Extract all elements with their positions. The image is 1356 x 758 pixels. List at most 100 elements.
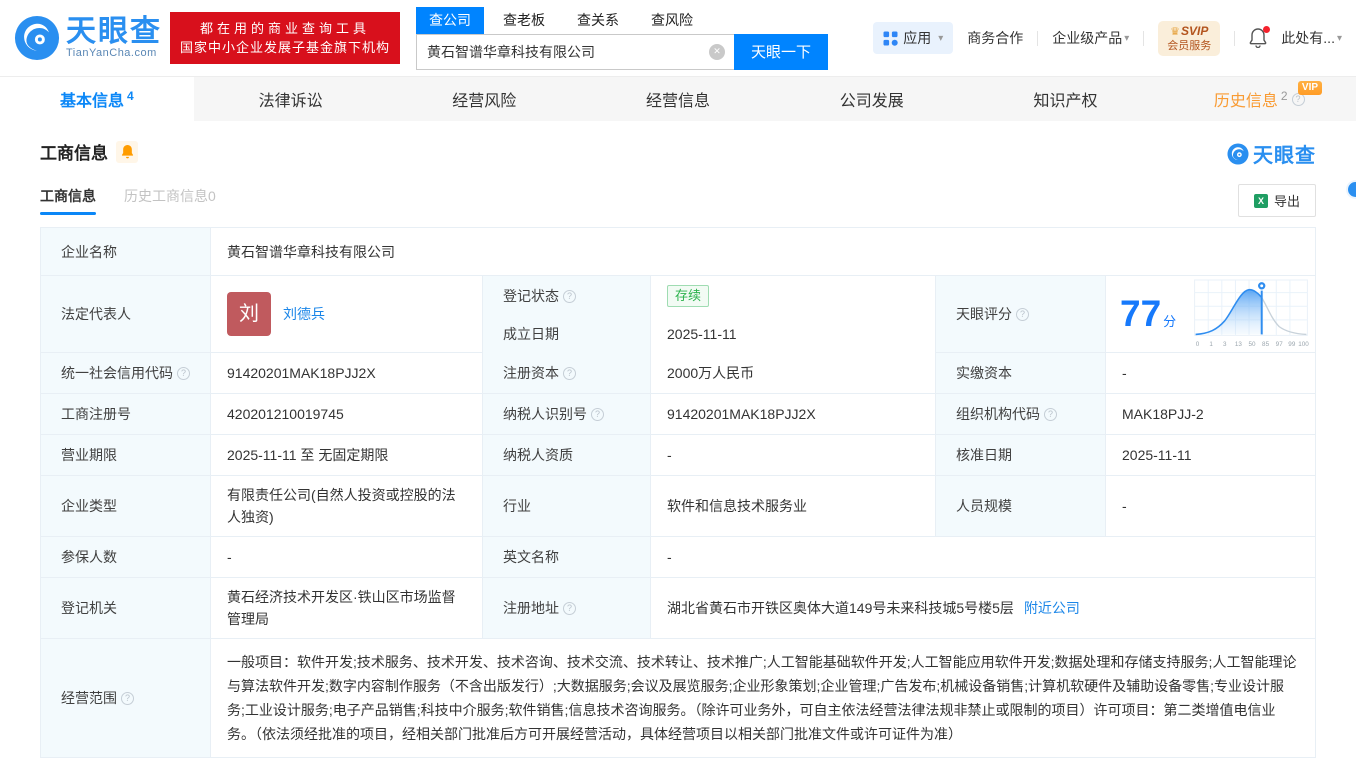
credit-code-value: 91420201MAK18PJJ2X — [211, 353, 483, 394]
monitor-bell-button[interactable] — [116, 140, 138, 163]
tab-company-development[interactable]: 公司发展 — [775, 77, 969, 121]
field-label: 人员规模 — [936, 476, 1106, 537]
tianyancha-company-page: 天眼查 TianYanCha.com 都在用的商业查询工具 国家中小企业发展子基… — [0, 0, 1356, 758]
tab-basic-info[interactable]: 基本信息 4 — [0, 77, 194, 121]
tab-operation-info[interactable]: 经营信息 — [581, 77, 775, 121]
score-cell: 77 分 0 1 3 13 50 85 97 99 100 — [1106, 276, 1315, 353]
nearby-companies-link[interactable]: 附近公司 — [1024, 597, 1080, 619]
field-label: 天眼评分? — [936, 276, 1106, 353]
field-label: 登记状态? — [483, 276, 651, 317]
divider — [1234, 30, 1236, 46]
business-term-value: 2025-11-11 至 无固定期限 — [211, 435, 483, 476]
side-float-button[interactable] — [1348, 182, 1356, 197]
field-label: 参保人数 — [41, 537, 211, 578]
business-info-subtabs: 工商信息 历史工商信息0 — [40, 186, 216, 215]
field-label: 纳税人资质 — [483, 435, 651, 476]
field-label: 英文名称 — [483, 537, 651, 578]
apps-label: 应用 — [903, 30, 932, 46]
tab-legal-litigation[interactable]: 法律诉讼 — [194, 77, 388, 121]
watermark-text: 天眼查 — [1253, 145, 1316, 167]
divider — [1037, 30, 1039, 46]
legal-rep-avatar[interactable]: 刘 — [227, 292, 271, 336]
help-icon[interactable]: ? — [563, 366, 576, 380]
help-icon[interactable]: ? — [121, 691, 134, 705]
reg-no-value: 420201210019745 — [211, 394, 483, 435]
field-label: 企业类型 — [41, 476, 211, 537]
paid-capital-value: - — [1106, 353, 1315, 394]
score-unit: 分 — [1163, 314, 1177, 329]
tianyancha-logo[interactable]: 天眼查 TianYanCha.com — [14, 15, 162, 61]
section-title: 工商信息 — [40, 144, 108, 163]
search-area: 查公司 查老板 查关系 查风险 天眼一下 — [416, 6, 829, 70]
help-icon[interactable]: ? — [591, 407, 604, 421]
company-type-value: 有限责任公司(自然人投资或控股的法人独资) — [211, 476, 483, 537]
enterprise-products-menu[interactable]: 企业级产品 ▾ — [1052, 28, 1129, 48]
logo-title: 天眼查 — [66, 15, 162, 48]
search-button[interactable]: 天眼一下 — [734, 33, 829, 70]
business-cooperation-link[interactable]: 商务合作 — [967, 28, 1023, 48]
svg-text:0: 0 — [1196, 341, 1200, 348]
notifications-bell[interactable] — [1249, 26, 1271, 48]
tab-operation-risk[interactable]: 经营风险 — [387, 77, 581, 121]
search-input[interactable] — [416, 33, 735, 70]
svip-label: SVIP — [1181, 23, 1209, 38]
establish-date-value: 2025-11-11 — [651, 314, 936, 355]
svip-membership-badge[interactable]: ♛SVIP 会员服务 — [1158, 20, 1221, 56]
help-icon[interactable]: ? — [563, 601, 576, 615]
field-label: 法定代表人 — [41, 276, 211, 353]
search-tab-boss[interactable]: 查老板 — [490, 7, 558, 34]
search-tab-risk[interactable]: 查风险 — [638, 7, 706, 34]
help-icon[interactable]: ? — [1016, 307, 1029, 321]
bell-icon — [121, 145, 133, 159]
tianyancha-watermark: 天眼查 — [1227, 139, 1316, 168]
help-icon[interactable]: ? — [563, 289, 576, 303]
tab-history-info[interactable]: VIP 历史信息 2 ? — [1162, 77, 1356, 121]
company-section-tabs: 基本信息 4 法律诉讼 经营风险 经营信息 公司发展 知识产权 VIP 历史信息 2… — [0, 77, 1356, 121]
table-row: 营业期限 2025-11-11 至 无固定期限 纳税人资质 - 核准日期 202… — [41, 435, 1315, 476]
field-label: 注册资本? — [483, 353, 651, 394]
slogan-banner: 都在用的商业查询工具 国家中小企业发展子基金旗下机构 — [170, 12, 401, 64]
field-label: 行业 — [483, 476, 651, 537]
slogan-line-1: 都在用的商业查询工具 — [200, 21, 371, 36]
search-tab-relation[interactable]: 查关系 — [564, 7, 632, 34]
user-menu-label: 此处有... — [1281, 30, 1335, 46]
subtab-business-info[interactable]: 工商信息 — [40, 186, 96, 215]
score-value: 77 — [1120, 293, 1162, 334]
taxpayer-quality-value: - — [651, 435, 936, 476]
staff-size-value: - — [1106, 476, 1315, 537]
svg-text:50: 50 — [1248, 341, 1256, 348]
svg-text:100: 100 — [1298, 341, 1309, 348]
org-code-value: MAK18PJJ-2 — [1106, 394, 1315, 435]
apps-menu[interactable]: 应用 ▾ — [873, 22, 954, 54]
subtab-history-business-info[interactable]: 历史工商信息0 — [124, 186, 216, 215]
user-menu[interactable]: 此处有... ▾ — [1281, 28, 1342, 48]
clear-search-icon[interactable] — [709, 43, 726, 60]
excel-icon — [1253, 193, 1268, 208]
export-button[interactable]: 导出 — [1237, 184, 1316, 217]
company-name-value: 黄石智谱华章科技有限公司 — [211, 228, 1315, 276]
legal-rep-cell: 刘 刘德兵 — [211, 276, 483, 353]
tianyancha-logo-icon — [1227, 142, 1249, 165]
insured-count-value: - — [211, 537, 483, 578]
score-distribution-chart[interactable]: 0 1 3 13 50 85 97 99 100 — [1193, 279, 1309, 349]
apps-grid-icon — [883, 31, 898, 46]
reg-capital-value: 2000万人民币 — [651, 353, 936, 394]
site-header: 天眼查 TianYanCha.com 都在用的商业查询工具 国家中小企业发展子基… — [0, 0, 1356, 77]
search-type-tabs: 查公司 查老板 查关系 查风险 — [416, 6, 828, 34]
legal-rep-name-link[interactable]: 刘德兵 — [283, 303, 325, 325]
chevron-down-icon: ▾ — [1336, 32, 1342, 44]
reg-address-value: 湖北省黄石市开铁区奥体大道149号未来科技城5号楼5层 — [667, 600, 1014, 616]
table-row: 统一社会信用代码? 91420201MAK18PJJ2X 注册资本? 2000万… — [41, 353, 1315, 394]
vip-badge: VIP — [1297, 81, 1323, 95]
table-row: 登记机关 黄石经济技术开发区·铁山区市场监督管理局 注册地址? 湖北省黄石市开铁… — [41, 578, 1315, 639]
table-row: 企业名称 黄石智谱华章科技有限公司 — [41, 228, 1315, 276]
export-label: 导出 — [1273, 194, 1300, 209]
taxpayer-no-value: 91420201MAK18PJJ2X — [651, 394, 936, 435]
field-label: 经营范围? — [41, 639, 211, 758]
help-icon[interactable]: ? — [1044, 407, 1057, 421]
help-icon[interactable]: ? — [177, 366, 190, 380]
chevron-down-icon: ▾ — [938, 32, 944, 44]
search-tab-company[interactable]: 查公司 — [416, 6, 485, 34]
approve-date-value: 2025-11-11 — [1106, 435, 1315, 476]
tab-intellectual-property[interactable]: 知识产权 — [969, 77, 1163, 121]
